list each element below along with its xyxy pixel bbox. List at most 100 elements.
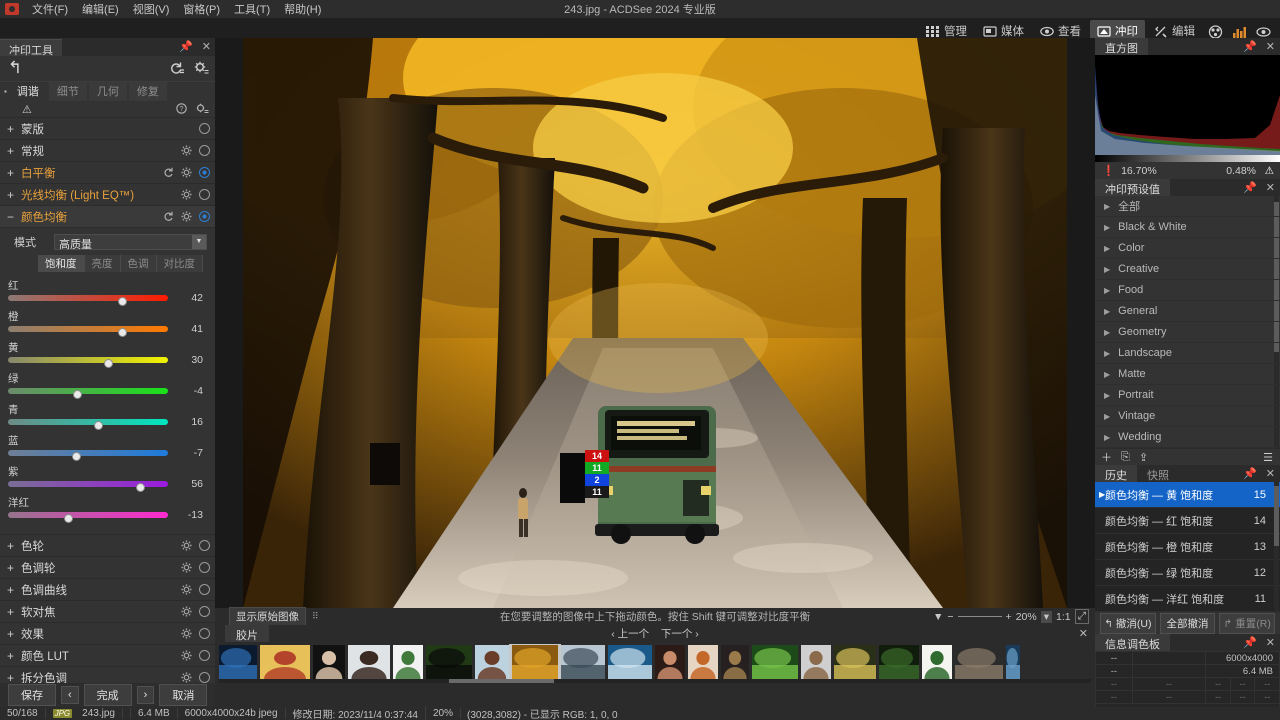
gear-icon[interactable] [181, 650, 192, 661]
menu-pane[interactable]: 窗格(P) [176, 0, 227, 19]
toggle-icon[interactable] [199, 562, 210, 573]
slider-track[interactable]: 42 [8, 291, 207, 305]
menu-file[interactable]: 文件(F) [25, 0, 75, 19]
filmstrip-close-icon[interactable]: ✕ [1079, 627, 1088, 640]
subtab-contrast[interactable]: 对比度 [157, 255, 204, 272]
slider-handle[interactable] [72, 452, 81, 461]
section-lower-2[interactable]: +色调曲线 [0, 579, 215, 601]
subtab-hue[interactable]: 色调 [121, 255, 157, 272]
gear-icon[interactable] [181, 540, 192, 551]
close-icon[interactable]: ✕ [1266, 467, 1275, 480]
filmstrip-thumb-2[interactable] [313, 645, 345, 681]
chevron-down-icon[interactable]: ▼ [192, 235, 206, 249]
slider-track[interactable]: 56 [8, 477, 207, 491]
add-preset-icon[interactable]: ＋ [1101, 449, 1112, 465]
preset-item-9[interactable]: ▶Portrait [1095, 385, 1280, 406]
filmstrip-thumb-3[interactable] [348, 645, 390, 681]
shadow-clip-icon[interactable]: ❗ [1102, 164, 1115, 177]
fit-screen-icon[interactable]: ⤢ [1075, 609, 1089, 624]
slider-track[interactable]: 30 [8, 353, 207, 367]
filmstrip-prev-button[interactable]: ‹ 上一个 [611, 628, 649, 640]
preset-item-3[interactable]: ▶Creative [1095, 259, 1280, 280]
toggle-icon[interactable] [199, 584, 210, 595]
preset-item-1[interactable]: ▶Black & White [1095, 217, 1280, 238]
menu-tools[interactable]: 工具(T) [227, 0, 277, 19]
filmstrip-thumb-5[interactable] [426, 645, 472, 681]
tab-repair[interactable]: 修复 [129, 81, 167, 101]
section-lower-1[interactable]: +色调轮 [0, 557, 215, 579]
preset-options-icon[interactable]: ☰ [1263, 451, 1273, 464]
tab-tune[interactable]: 调谐 [9, 81, 47, 101]
gear-icon[interactable] [181, 145, 192, 156]
filmstrip-thumb-0[interactable] [219, 645, 257, 681]
gear-icon[interactable] [181, 211, 192, 222]
filmstrip-thumb-1[interactable] [260, 645, 310, 681]
pin-icon[interactable]: 📌 [1243, 636, 1257, 649]
highlight-clip-icon[interactable]: ⚠ [1265, 165, 1274, 177]
slider-handle[interactable] [73, 390, 82, 399]
menu-help[interactable]: 帮助(H) [277, 0, 328, 19]
reset-all-icon[interactable] [169, 61, 184, 78]
filmstrip-next-button[interactable]: 下一个 › [661, 628, 699, 640]
section-general[interactable]: + 常规 [0, 140, 215, 162]
slider-handle[interactable] [136, 483, 145, 492]
pin-icon[interactable]: 📌 [179, 40, 193, 53]
section-color-equalizer[interactable]: − 颜色均衡 [0, 206, 215, 228]
tab-detail[interactable]: 细节 [49, 81, 87, 101]
done-button[interactable]: 完成 [84, 684, 132, 706]
toggle-icon[interactable] [199, 211, 210, 222]
import-preset-icon[interactable]: ⎘ [1121, 451, 1130, 464]
close-icon[interactable]: ✕ [202, 40, 211, 53]
gear-icon[interactable] [181, 628, 192, 639]
redo-button[interactable]: ↱ 重置(R) [1219, 613, 1275, 634]
filmstrip-thumbnails[interactable] [219, 644, 1091, 682]
zoom-preset-icon[interactable]: ▾ [1041, 611, 1052, 623]
settings-icon[interactable] [194, 61, 209, 78]
filmstrip-thumb-4[interactable] [393, 645, 423, 681]
section-lower-4[interactable]: +效果 [0, 623, 215, 645]
tab-geometry[interactable]: 几何 [89, 81, 127, 101]
preset-item-4[interactable]: ▶Food [1095, 280, 1280, 301]
toggle-icon[interactable] [199, 672, 210, 683]
toggle-icon[interactable] [199, 145, 210, 156]
slider-handle[interactable] [94, 421, 103, 430]
toggle-icon[interactable] [199, 628, 210, 639]
prev-image-button[interactable]: ‹ [61, 686, 79, 704]
menu-view[interactable]: 视图(V) [126, 0, 177, 19]
preset-item-10[interactable]: ▶Vintage [1095, 406, 1280, 427]
slider-track[interactable]: -4 [8, 384, 207, 398]
pin-icon[interactable]: 📌 [1243, 181, 1257, 194]
cancel-button[interactable]: 取消 [159, 684, 207, 706]
help-icon[interactable]: ? [176, 103, 187, 117]
filmstrip-thumb-14[interactable] [801, 645, 831, 681]
preset-item-5[interactable]: ▶General [1095, 301, 1280, 322]
filmstrip-thumb-15[interactable] [834, 645, 876, 681]
gear-icon[interactable] [181, 189, 192, 200]
back-arrow-icon[interactable]: ↰ [8, 60, 22, 76]
filmstrip-thumb-13[interactable] [752, 645, 798, 681]
slider-handle[interactable] [118, 328, 127, 337]
toggle-icon[interactable] [199, 650, 210, 661]
history-item-3[interactable]: 颜色均衡 — 绿 饱和度12 [1095, 560, 1280, 586]
options-icon[interactable] [196, 103, 209, 117]
section-mask[interactable]: + 蒙版 [0, 118, 215, 140]
gear-icon[interactable] [181, 606, 192, 617]
preset-item-2[interactable]: ▶Color [1095, 238, 1280, 259]
toggle-icon[interactable] [199, 606, 210, 617]
history-item-0[interactable]: ▶颜色均衡 — 黄 饱和度15 [1095, 482, 1280, 508]
history-item-4[interactable]: 颜色均衡 — 洋红 饱和度11 [1095, 586, 1280, 612]
filmstrip-thumb-8[interactable] [561, 645, 605, 681]
pin-icon[interactable]: 📌 [1243, 467, 1257, 480]
history-tab[interactable]: 历史 [1095, 465, 1137, 482]
snapshot-tab[interactable]: 快照 [1137, 465, 1179, 482]
slider-track[interactable]: 16 [8, 415, 207, 429]
close-icon[interactable]: ✕ [1266, 181, 1275, 194]
toggle-icon[interactable] [199, 540, 210, 551]
section-lower-0[interactable]: +色轮 [0, 535, 215, 557]
filmstrip-thumb-11[interactable] [688, 645, 718, 681]
section-light-eq[interactable]: + 光线均衡 (Light EQ™) [0, 184, 215, 206]
history-item-1[interactable]: 颜色均衡 — 红 饱和度14 [1095, 508, 1280, 534]
section-lower-5[interactable]: +颜色 LUT [0, 645, 215, 667]
slider-track[interactable]: -13 [8, 508, 207, 522]
gear-icon[interactable] [181, 167, 192, 178]
